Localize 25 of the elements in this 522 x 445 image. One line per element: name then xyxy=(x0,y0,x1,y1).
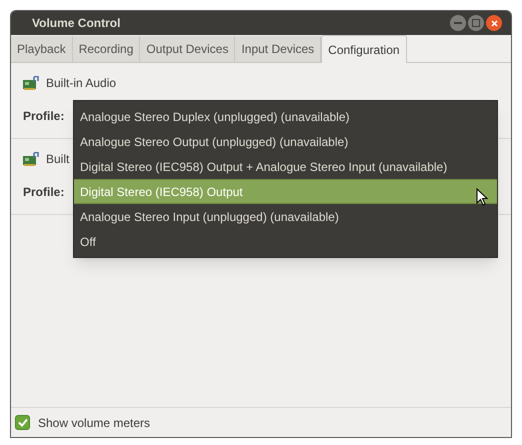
menu-item[interactable]: Analogue Stereo Output (unplugged) (unavailable) xyxy=(74,129,497,154)
minimize-button[interactable] xyxy=(450,15,466,31)
mouse-pointer-icon xyxy=(476,188,488,206)
sound-card-icon xyxy=(23,152,39,166)
profile-label: Profile: xyxy=(23,108,64,125)
checkbox[interactable] xyxy=(15,415,30,430)
close-icon xyxy=(490,20,498,26)
tab[interactable]: Configuration xyxy=(321,35,407,63)
window-title: Volume Control xyxy=(32,15,120,32)
sound-card-icon xyxy=(23,76,39,90)
menu-item[interactable]: Analogue Stereo Input (unplugged) (unavailable) xyxy=(74,204,497,229)
device-name: Built xyxy=(46,151,70,168)
menu-item[interactable]: Off xyxy=(74,229,497,254)
close-button[interactable] xyxy=(486,15,502,31)
tab[interactable]: Playback xyxy=(11,36,73,62)
minimize-icon xyxy=(454,22,462,24)
device-name: Built-in Audio xyxy=(46,75,116,92)
checkbox-label: Show volume meters xyxy=(38,414,150,432)
tab[interactable]: Output Devices xyxy=(140,36,236,62)
tab[interactable]: Recording xyxy=(72,36,140,62)
tab[interactable]: Input Devices xyxy=(235,36,322,62)
profile-label: Profile: xyxy=(23,184,64,201)
menu-item[interactable]: Digital Stereo (IEC958) Output + Analogue Stereo Input (unavailable) xyxy=(74,154,497,179)
maximize-icon xyxy=(472,19,480,27)
menu-item[interactable]: Analogue Stereo Duplex (unplugged) (unavailable) xyxy=(74,104,497,129)
